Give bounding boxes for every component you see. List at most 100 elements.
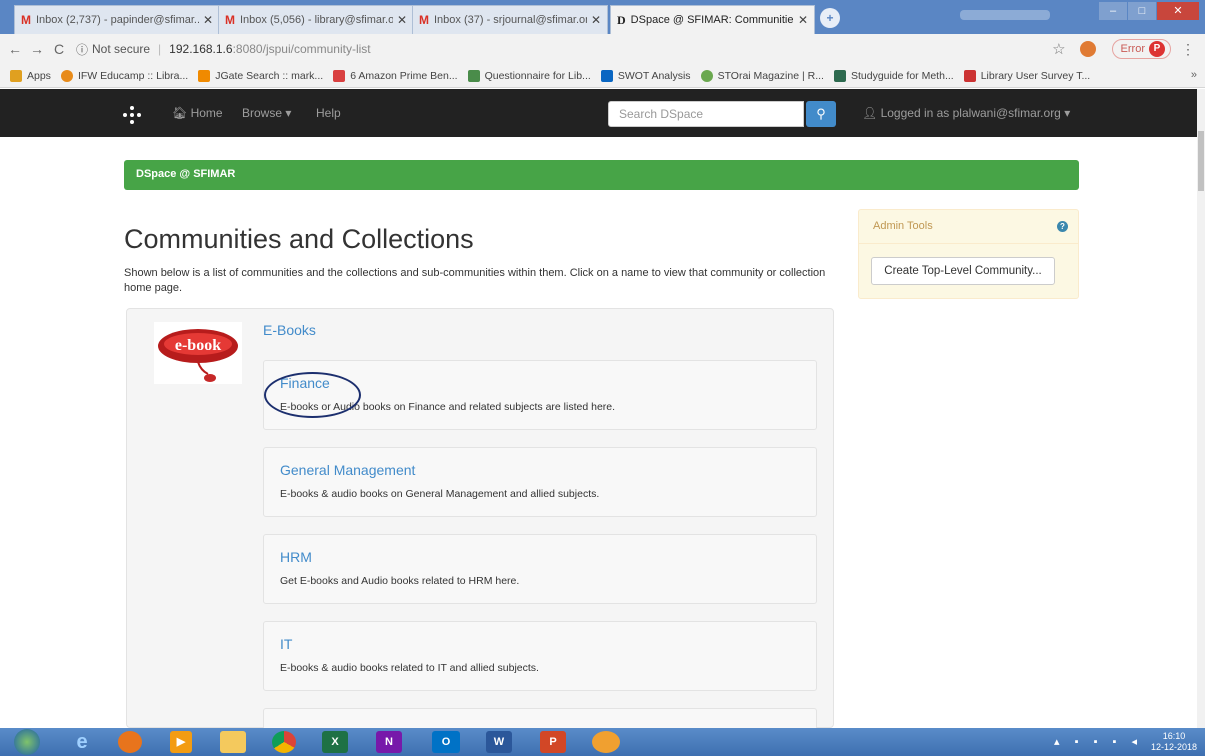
excel-icon[interactable]: X: [322, 731, 348, 753]
url-path: :8080/jspui/community-list: [232, 42, 371, 56]
close-window-button[interactable]: ✕: [1157, 2, 1199, 20]
bookmark-item[interactable]: STOrai Magazine | R...: [700, 69, 824, 82]
admin-tools-title: Admin Tools: [873, 220, 933, 232]
bookmark-star-icon[interactable]: ☆: [1052, 40, 1065, 58]
search-button[interactable]: ⚲: [806, 101, 836, 127]
start-button[interactable]: [14, 729, 40, 755]
onenote-icon[interactable]: N: [376, 731, 402, 753]
user-icon: 👤︎: [862, 106, 878, 120]
media-player-icon[interactable]: ▶: [170, 731, 192, 753]
clock-time: 16:10: [1162, 731, 1186, 741]
avatar: P: [1149, 41, 1165, 57]
close-tab-icon[interactable]: ✕: [798, 13, 808, 27]
tab-gmail-2[interactable]: M Inbox (5,056) - library@sfimar.or... ✕: [218, 5, 414, 34]
community-link-ebooks[interactable]: E-Books: [263, 322, 316, 338]
nav-home[interactable]: 🏠︎ Home: [172, 106, 223, 120]
maximize-button[interactable]: □: [1128, 2, 1156, 20]
gmail-icon: M: [225, 13, 235, 27]
collection-link-it[interactable]: IT: [280, 636, 292, 652]
page-title: Communities and Collections: [124, 224, 474, 254]
bookmark-favicon: [963, 69, 976, 82]
browser-toolbar: ← → C ⓘ Not secure | 192.168.1.6:8080/js…: [0, 34, 1205, 64]
firefox-icon[interactable]: [118, 731, 142, 753]
bookmark-item[interactable]: SWOT Analysis: [600, 69, 691, 82]
apps-grid-icon: [10, 69, 22, 82]
file-explorer-icon[interactable]: [220, 731, 246, 753]
help-icon[interactable]: ?: [1057, 221, 1068, 232]
reload-button[interactable]: C: [48, 41, 70, 57]
security-label: Not secure: [92, 42, 151, 56]
error-label: Error: [1120, 43, 1145, 55]
window-controls: – □ ✕: [1098, 2, 1199, 20]
windows-taskbar: e ▶ X N O W P ▴ ▪ ▪ ▪ ◂ 16:10 12-12-2018: [0, 728, 1205, 756]
info-icon[interactable]: ⓘ: [76, 41, 88, 58]
powerpoint-icon[interactable]: P: [540, 731, 566, 753]
intro-text: Shown below is a list of communities and…: [124, 267, 826, 294]
caret-down-icon: ▾: [1064, 106, 1071, 120]
collection-description: Get E-books and Audio books related to H…: [280, 575, 520, 587]
tab-gmail-3[interactable]: M Inbox (37) - srjournal@sfimar.org... ✕: [412, 5, 608, 34]
url-host: 192.168.1.6: [169, 42, 233, 56]
bookmark-favicon: [60, 69, 73, 82]
nav-help[interactable]: Help: [316, 106, 341, 120]
outlook-icon[interactable]: O: [432, 731, 460, 753]
nav-browse[interactable]: Browse ▾: [242, 106, 291, 120]
page-scrollbar[interactable]: [1197, 89, 1205, 728]
caret-down-icon: ▾: [285, 106, 292, 120]
bookmark-item[interactable]: Questionnaire for Lib...: [467, 69, 591, 82]
bookmark-item[interactable]: IFW Educamp :: Libra...: [60, 69, 188, 82]
bookmark-item[interactable]: Library User Survey T...: [963, 69, 1090, 82]
chrome-icon[interactable]: [272, 731, 296, 753]
profile-error-button[interactable]: Error P: [1111, 39, 1171, 59]
clock[interactable]: 16:10 12-12-2018: [1151, 731, 1197, 753]
close-tab-icon[interactable]: ✕: [397, 13, 407, 27]
word-icon[interactable]: W: [486, 731, 512, 753]
search-input[interactable]: Search DSpace: [608, 101, 804, 127]
collection-card: General Management E-books & audio books…: [263, 447, 817, 517]
tab-title: DSpace @ SFIMAR: Communitie...: [630, 14, 794, 26]
browser-tab-strip: M Inbox (2,737) - papinder@sfimar... ✕ M…: [0, 0, 1205, 34]
collection-link-hrm[interactable]: HRM: [280, 549, 312, 565]
address-bar[interactable]: ⓘ Not secure | 192.168.1.6:8080/jspui/co…: [76, 38, 371, 60]
bookmark-favicon: [198, 69, 211, 82]
bookmark-favicon: [700, 69, 713, 82]
tab-dspace[interactable]: D DSpace @ SFIMAR: Communitie... ✕: [610, 5, 815, 34]
minimize-button[interactable]: –: [1099, 2, 1127, 20]
forward-button[interactable]: →: [26, 41, 48, 57]
breadcrumb-home-link[interactable]: DSpace @ SFIMAR: [136, 168, 235, 180]
bookmark-favicon: [467, 69, 480, 82]
new-tab-button[interactable]: +: [820, 8, 840, 28]
collection-link-general-management[interactable]: General Management: [280, 462, 415, 478]
system-tray-icons[interactable]: ▴ ▪ ▪ ▪ ◂: [1054, 735, 1143, 748]
dspace-icon: D: [617, 12, 626, 27]
bookmark-item[interactable]: Studyguide for Meth...: [833, 69, 954, 82]
back-button[interactable]: ←: [4, 41, 26, 57]
linkedin-icon: [600, 69, 613, 82]
clock-date: 12-12-2018: [1150, 742, 1197, 752]
tab-title: Inbox (37) - srjournal@sfimar.org...: [434, 14, 587, 26]
user-menu[interactable]: 👤︎ Logged in as plalwani@sfimar.org ▾: [862, 106, 1070, 120]
bookmark-apps[interactable]: Apps: [10, 69, 51, 82]
tab-gmail-1[interactable]: M Inbox (2,737) - papinder@sfimar... ✕: [14, 5, 220, 34]
bookmarks-overflow-button[interactable]: »: [1191, 69, 1197, 81]
close-tab-icon[interactable]: ✕: [591, 13, 601, 27]
menu-icon[interactable]: ⋮: [1181, 41, 1195, 58]
close-tab-icon[interactable]: ✕: [203, 13, 213, 27]
ebook-logo-image: e-book: [158, 329, 238, 382]
extension-icon[interactable]: [1079, 41, 1096, 57]
collection-description: E-books & audio books on General Managem…: [280, 488, 600, 500]
bookmark-item[interactable]: 6 Amazon Prime Ben...: [333, 69, 458, 82]
bookmark-favicon: [333, 69, 346, 82]
dspace-logo-icon[interactable]: [123, 106, 141, 124]
create-community-button[interactable]: Create Top-Level Community...: [871, 257, 1055, 285]
ebooks-logo[interactable]: e-book: [154, 322, 242, 384]
tab-title: Inbox (5,056) - library@sfimar.or...: [240, 14, 393, 26]
gmail-icon: M: [21, 13, 31, 27]
admin-tools-panel: Admin Tools ?: [858, 209, 1079, 299]
scrollbar-thumb[interactable]: [1198, 131, 1204, 191]
app-icon[interactable]: [592, 731, 620, 753]
internet-explorer-icon[interactable]: e: [66, 731, 98, 753]
bookmark-item[interactable]: JGate Search :: mark...: [198, 69, 323, 82]
breadcrumb: DSpace @ SFIMAR: [124, 160, 1079, 190]
home-icon: 🏠︎: [172, 106, 188, 120]
